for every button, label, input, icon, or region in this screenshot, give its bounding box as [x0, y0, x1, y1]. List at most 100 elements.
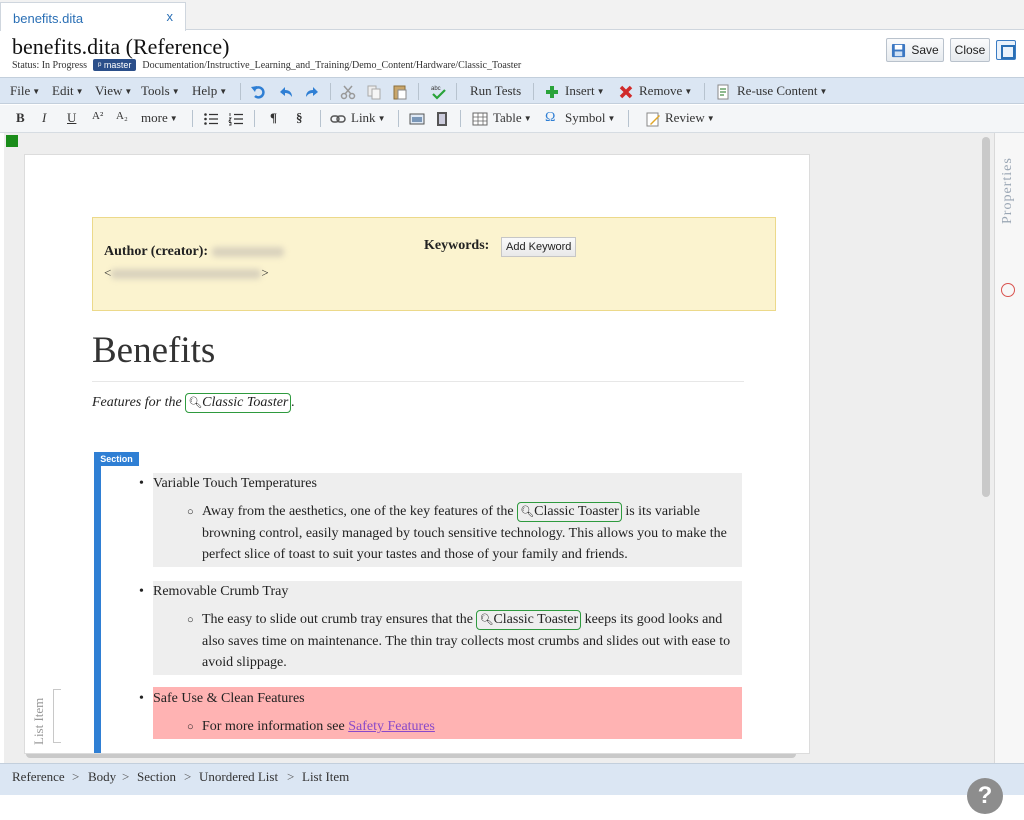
tab-benefits[interactable]: benefits.dita x: [0, 2, 186, 31]
author-email-row: < >: [104, 265, 269, 281]
reuse-content-label: Re-use Content: [737, 83, 818, 98]
tab-label[interactable]: benefits.dita: [13, 11, 83, 26]
chevron-down-icon: ▼: [124, 87, 133, 96]
status-text: Status: In Progress: [12, 59, 87, 71]
crumb-separator: >: [72, 769, 80, 784]
underline-button[interactable]: U: [67, 110, 76, 126]
topic-title[interactable]: Benefits: [92, 329, 215, 372]
bold-button[interactable]: B: [16, 110, 25, 126]
table-menu[interactable]: Table ▼: [493, 110, 532, 126]
view-menu[interactable]: View ▼: [95, 83, 132, 99]
sub-list-item[interactable]: The easy to slide out crumb tray ensures…: [202, 609, 742, 674]
chevron-down-icon: ▼: [169, 114, 178, 123]
symbol-menu-label: Symbol: [565, 110, 606, 125]
sub-list-item[interactable]: Away from the aesthetics, one of the key…: [202, 501, 742, 566]
vertical-scrollbar[interactable]: [982, 137, 990, 497]
help-menu[interactable]: Help ▼: [192, 83, 227, 99]
sub-list-item[interactable]: For more information see Safety Features: [202, 716, 742, 738]
reply-icon[interactable]: [278, 84, 294, 100]
keyref-classic-toaster[interactable]: 🔍︎Classic Toaster: [476, 610, 582, 630]
insert-menu[interactable]: Insert ▼: [565, 83, 605, 99]
insert-menu-label: Insert: [565, 83, 595, 98]
crumb-separator: >: [287, 769, 295, 784]
fullscreen-icon[interactable]: [996, 40, 1016, 60]
subscript-button[interactable]: A₂: [116, 110, 128, 122]
superscript-button[interactable]: A²: [92, 110, 103, 122]
author-name-redacted: [211, 246, 284, 257]
add-keyword-button[interactable]: Add Keyword: [501, 237, 577, 257]
section-tag[interactable]: Section: [94, 452, 139, 466]
toolbar-divider: [398, 110, 399, 127]
spellcheck-icon[interactable]: abc: [430, 84, 446, 100]
file-menu[interactable]: File ▼: [10, 83, 40, 99]
link-menu-label: Link: [351, 110, 376, 125]
redo-icon[interactable]: [304, 84, 320, 100]
list-item-selected[interactable]: • Safe Use & Clean Features ○ For more i…: [139, 687, 742, 739]
crumb-separator: >: [184, 769, 192, 784]
crumb-section[interactable]: Section: [137, 769, 176, 785]
link-menu[interactable]: Link ▼: [351, 110, 385, 126]
crumb-body[interactable]: Body: [88, 769, 116, 785]
cut-icon[interactable]: [340, 84, 356, 100]
list-item[interactable]: • Removable Crumb Tray ○ The easy to sli…: [139, 581, 742, 675]
document-page[interactable]: Author (creator): < > Keywords: Add Keywo…: [24, 154, 810, 754]
sub-bullet-icon: ○: [187, 506, 194, 518]
close-button[interactable]: Close: [950, 38, 990, 62]
floppy-disk-icon: [892, 43, 906, 57]
review-menu[interactable]: Review ▼: [665, 110, 715, 126]
symbol-menu[interactable]: Symbol ▼: [565, 110, 615, 126]
chevron-down-icon: ▼: [596, 87, 605, 96]
section-button[interactable]: §: [296, 110, 303, 126]
media-icon[interactable]: [434, 111, 450, 127]
save-button[interactable]: Save: [886, 38, 944, 62]
remove-menu[interactable]: Remove ▼: [639, 83, 692, 99]
element-marker-icon[interactable]: [6, 135, 18, 147]
author-label-row: Author (creator):: [104, 244, 284, 260]
key-icon: 🔍︎: [479, 614, 494, 626]
file-path: Documentation/Instructive_Learning_and_T…: [142, 59, 522, 71]
copy-icon[interactable]: [366, 84, 382, 100]
file-menu-label: File: [10, 83, 31, 98]
chevron-down-icon: ▼: [171, 87, 180, 96]
keyref-classic-toaster[interactable]: 🔍︎Classic Toaster: [185, 393, 292, 413]
close-label: Close: [954, 43, 986, 57]
omega-icon: Ω: [545, 110, 556, 125]
list-item[interactable]: • Variable Touch Temperatures ○ Away fro…: [139, 473, 742, 567]
crumb-list-item[interactable]: List Item: [302, 769, 349, 785]
toolbar-divider: [704, 83, 705, 100]
paragraph-button[interactable]: ¶: [270, 110, 277, 126]
sub-bullet-icon: ○: [187, 614, 194, 626]
comment-icon[interactable]: [1001, 283, 1015, 297]
more-menu[interactable]: more ▼: [141, 110, 178, 126]
image-icon[interactable]: [409, 111, 425, 127]
numbered-list-icon[interactable]: [228, 111, 244, 127]
bullet-list-icon[interactable]: [203, 111, 219, 127]
reuse-content-menu[interactable]: Re-use Content ▼: [737, 83, 827, 99]
metadata-box[interactable]: Author (creator): < > Keywords: Add Keywo…: [92, 217, 776, 311]
undo-icon[interactable]: [250, 84, 266, 100]
toolbar-divider: [460, 110, 461, 127]
branch-badge[interactable]: ᵖ master: [93, 59, 137, 71]
properties-tab[interactable]: Properties: [1000, 144, 1016, 224]
short-description[interactable]: Features for the 🔍︎Classic Toaster.: [92, 393, 295, 413]
tools-menu[interactable]: Tools ▼: [141, 83, 180, 99]
safety-features-link[interactable]: Safety Features: [348, 719, 435, 734]
sub-text-before: Away from the aesthetics, one of the key…: [202, 504, 518, 519]
keyref-classic-toaster[interactable]: 🔍︎Classic Toaster: [517, 502, 622, 522]
paste-icon[interactable]: [392, 84, 408, 100]
shortdesc-prefix: Features for the: [92, 395, 186, 410]
properties-sidebar[interactable]: [994, 133, 1024, 763]
section-bar[interactable]: [94, 452, 101, 753]
review-pencil-icon: [646, 112, 660, 127]
crumb-unordered-list[interactable]: Unordered List: [199, 769, 278, 785]
bullet-icon: •: [139, 584, 144, 599]
help-icon[interactable]: ?: [967, 778, 1003, 814]
run-tests-button[interactable]: Run Tests: [470, 83, 521, 99]
toolbar-divider: [628, 110, 629, 127]
italic-button[interactable]: I: [42, 110, 46, 126]
edit-menu[interactable]: Edit ▼: [52, 83, 84, 99]
tab-close-icon[interactable]: x: [167, 9, 174, 24]
keywords-label: Keywords:: [424, 238, 490, 253]
page-title: benefits.dita (Reference): [12, 34, 230, 59]
crumb-reference[interactable]: Reference: [12, 769, 65, 785]
